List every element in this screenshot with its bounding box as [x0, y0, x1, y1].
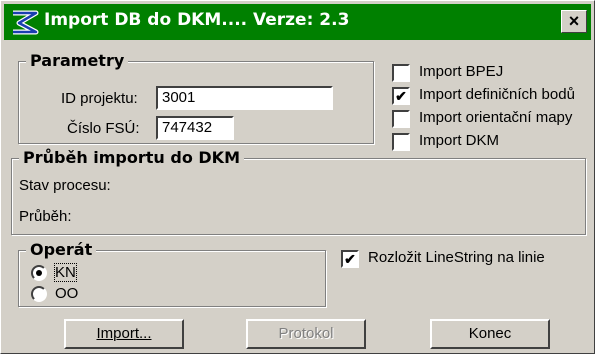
linestring-label: Rozložit LineString na linie	[368, 249, 545, 266]
operat-kn-radio-circle[interactable]	[31, 265, 47, 281]
progress-label: Průběh:	[19, 208, 72, 225]
dialog-window: Import DB do DKM.... Verze: 2.3 × Parame…	[0, 0, 595, 354]
operat-legend: Operát	[26, 240, 97, 259]
operat-oo-radio-circle[interactable]	[31, 286, 47, 302]
selected-dot	[36, 270, 42, 276]
linestring-box[interactable]: ✔	[341, 250, 359, 268]
protokol-button[interactable]: Protokol	[246, 319, 366, 349]
import-dkm-label: Import DKM	[419, 132, 500, 149]
app-logo-icon	[13, 10, 39, 35]
import-definicnich-bodu-label: Import definičních bodů	[419, 86, 575, 103]
import-orientacni-mapy-box[interactable]	[392, 110, 410, 128]
window-title: Import DB do DKM.... Verze: 2.3	[44, 10, 350, 30]
id-projektu-input[interactable]: 3001	[156, 86, 333, 110]
import-dkm-box[interactable]	[392, 133, 410, 151]
import-bpej-box[interactable]	[392, 64, 410, 82]
operat-kn-label: KN	[54, 263, 77, 282]
close-button[interactable]: ×	[561, 10, 587, 33]
import-definicnich-bodu-box[interactable]: ✔	[392, 87, 410, 105]
cislo-fsu-input[interactable]: 747432	[156, 116, 234, 140]
id-projektu-label: ID projektu:	[61, 90, 138, 107]
title-bar[interactable]: Import DB do DKM.... Verze: 2.3 ×	[4, 4, 591, 40]
konec-button-label: Konec	[468, 325, 512, 342]
parametry-legend: Parametry	[26, 51, 129, 70]
protokol-button-label: Protokol	[278, 325, 334, 342]
operat-oo-label: OO	[55, 285, 79, 302]
progress-legend: Průběh importu do DKM	[19, 148, 244, 167]
import-button[interactable]: Import...	[64, 319, 184, 349]
status-label: Stav procesu:	[19, 177, 111, 194]
cislo-fsu-label: Číslo FSÚ:	[67, 120, 140, 137]
konec-button[interactable]: Konec	[430, 319, 550, 349]
import-button-label: Import...	[96, 325, 152, 342]
progress-group: Průběh importu do DKM	[11, 148, 586, 235]
import-orientacni-mapy-label: Import orientační mapy	[419, 109, 573, 126]
import-bpej-label: Import BPEJ	[419, 63, 504, 80]
